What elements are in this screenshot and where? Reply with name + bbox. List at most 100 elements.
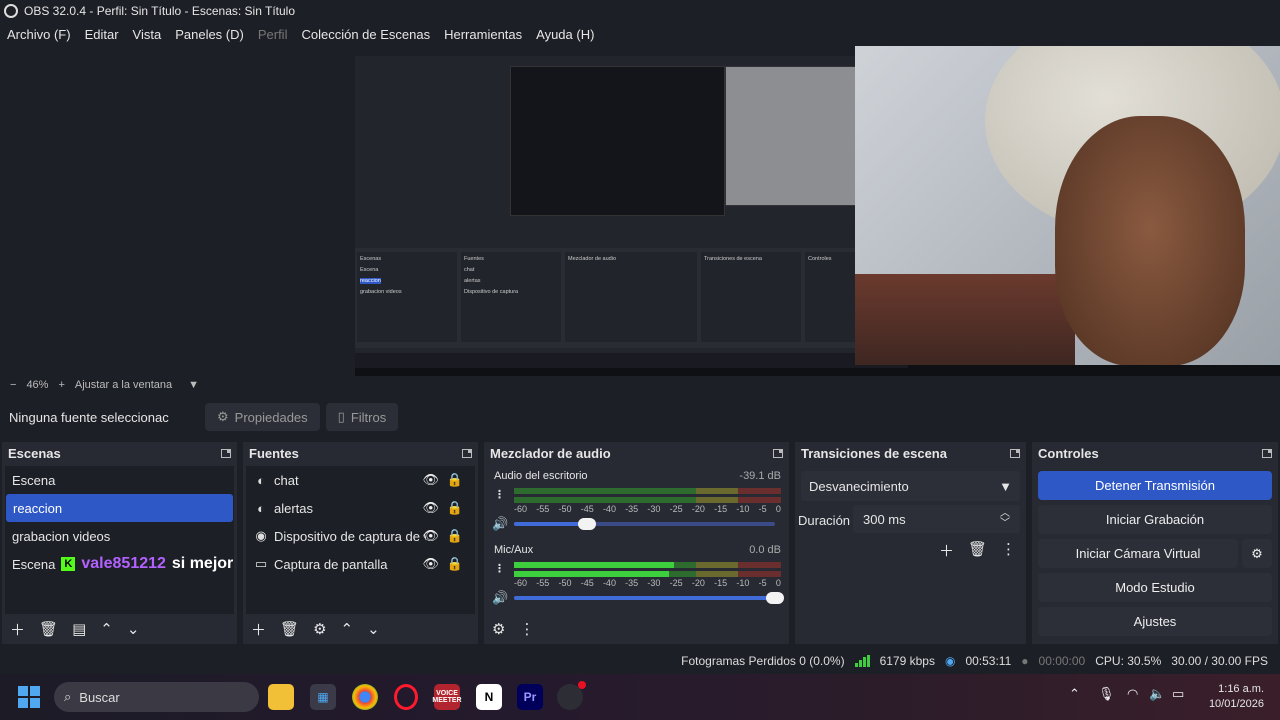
move-up-icon[interactable]: ⌃ bbox=[100, 620, 113, 638]
transition-menu-icon[interactable]: ⋮ bbox=[1001, 540, 1016, 561]
add-transition-icon[interactable]: ＋ bbox=[939, 540, 954, 561]
source-item[interactable]: ◐ chat 👁 🔒 bbox=[246, 466, 475, 494]
source-item[interactable]: ◐ alertas 👁 🔒 bbox=[246, 494, 475, 522]
tick-label: -55 bbox=[536, 504, 550, 514]
advanced-audio-icon[interactable]: ⚙ bbox=[492, 620, 505, 638]
filters-button[interactable]: ▯ Filtros bbox=[325, 403, 399, 431]
voicemeeter-icon[interactable]: VOICE MEETER bbox=[432, 684, 462, 710]
source-item[interactable]: ◉ Dispositivo de captura de v 👁 🔒 bbox=[246, 522, 475, 550]
visibility-eye-icon[interactable]: 👁 bbox=[422, 528, 439, 544]
wifi-icon[interactable]: ◠ bbox=[1127, 686, 1138, 702]
obs-icon[interactable] bbox=[557, 681, 586, 710]
zoom-out-button[interactable]: − bbox=[10, 379, 16, 391]
menu-bar: Archivo (F) Editar Vista Paneles (D) Per… bbox=[0, 22, 855, 46]
menu-archivo[interactable]: Archivo (F) bbox=[0, 27, 78, 42]
zoom-fit-label[interactable]: Ajustar a la ventana bbox=[75, 379, 172, 391]
scene-item[interactable]: Escena K vale851212 si mejor bbox=[5, 550, 234, 578]
settings-button[interactable]: Ajustes bbox=[1038, 607, 1272, 636]
menu-vista[interactable]: Vista bbox=[126, 27, 169, 42]
taskbar-clock[interactable]: 1:16 a.m. 10/01/2026 bbox=[1209, 682, 1264, 712]
taskbar-search[interactable]: ⌕ Buscar bbox=[54, 682, 259, 712]
audio-mixer-dock: Mezclador de audio Audio del escritorio … bbox=[484, 442, 789, 644]
tick-label: -5 bbox=[758, 578, 767, 588]
lock-icon[interactable]: 🔒 bbox=[447, 500, 463, 516]
volume-knob[interactable] bbox=[766, 592, 784, 604]
obs-logo-icon bbox=[4, 4, 18, 18]
menu-herramientas[interactable]: Herramientas bbox=[437, 27, 529, 42]
move-down-icon[interactable]: ⌄ bbox=[367, 620, 380, 638]
scene-filters-icon[interactable]: ▤ bbox=[72, 620, 86, 638]
menu-paneles[interactable]: Paneles (D) bbox=[168, 27, 251, 42]
nested-transitions-panel: Transiciones de escena bbox=[701, 252, 801, 342]
zoom-dropdown-icon[interactable]: ▼ bbox=[188, 379, 199, 391]
add-scene-icon[interactable]: ＋ bbox=[10, 619, 25, 640]
source-settings-icon[interactable]: ⚙ bbox=[313, 620, 326, 638]
opera-icon[interactable] bbox=[394, 684, 418, 710]
scene-item-selected[interactable]: reaccion bbox=[6, 494, 233, 522]
properties-button[interactable]: ⚙ Propiedades bbox=[205, 403, 320, 431]
volume-knob[interactable] bbox=[578, 518, 597, 530]
stop-stream-button[interactable]: Detener Transmisión bbox=[1038, 471, 1272, 500]
windows-start-icon[interactable] bbox=[18, 686, 40, 708]
transition-select[interactable]: Desvanecimiento ▼ bbox=[801, 471, 1020, 501]
scene-item[interactable]: grabacion videos bbox=[5, 522, 234, 550]
tray-chevron-up-icon[interactable]: ⌃ bbox=[1069, 686, 1080, 702]
tick-label: -15 bbox=[714, 578, 728, 588]
record-icon: ● bbox=[1021, 654, 1029, 668]
add-source-icon[interactable]: ＋ bbox=[251, 619, 266, 640]
preview-area[interactable]: Escenas Escena reaccion grabacion videos Fu… bbox=[0, 46, 1280, 376]
zoom-level: 46% bbox=[26, 379, 49, 391]
tick-label: -35 bbox=[625, 578, 639, 588]
duration-label: Duración bbox=[798, 513, 851, 528]
title-bar: OBS 32.0.4 - Perfil: Sin Título - Escena… bbox=[0, 0, 855, 22]
lock-icon[interactable]: 🔒 bbox=[447, 472, 463, 488]
lock-icon[interactable]: 🔒 bbox=[447, 528, 463, 544]
menu-ayuda[interactable]: Ayuda (H) bbox=[529, 27, 601, 42]
volume-slider[interactable] bbox=[514, 518, 775, 530]
notion-icon[interactable]: N bbox=[476, 684, 502, 710]
visibility-eye-icon[interactable]: 👁 bbox=[422, 472, 439, 488]
mixer-menu-icon[interactable]: ⋮ bbox=[519, 620, 534, 638]
duration-spinbox[interactable]: 300 ms ︿ ﹀ bbox=[853, 505, 1020, 533]
volume-slider[interactable] bbox=[514, 592, 784, 604]
delete-source-icon[interactable]: 🗑 bbox=[280, 620, 299, 638]
start-virtual-camera-button[interactable]: Iniciar Cámara Virtual bbox=[1038, 539, 1238, 568]
source-item[interactable]: ▭ Captura de pantalla 👁 🔒 bbox=[246, 550, 475, 578]
speaker-icon[interactable]: 🔊 bbox=[492, 516, 508, 532]
channel-menu-icon[interactable]: ⋮ bbox=[494, 562, 505, 575]
microphone-icon[interactable]: 🎙 bbox=[1098, 686, 1115, 702]
premiere-icon[interactable]: Pr bbox=[517, 684, 543, 710]
zoom-in-button[interactable]: + bbox=[58, 379, 64, 391]
move-up-icon[interactable]: ⌃ bbox=[341, 620, 354, 638]
undock-icon[interactable] bbox=[221, 448, 231, 458]
level-meter bbox=[514, 497, 781, 503]
clock-date: 10/01/2026 bbox=[1208, 698, 1264, 710]
delete-scene-icon[interactable]: 🗑 bbox=[39, 620, 58, 638]
volume-icon[interactable]: 🔈 bbox=[1149, 686, 1165, 702]
move-down-icon[interactable]: ⌄ bbox=[127, 620, 140, 638]
menu-coleccion-escenas[interactable]: Colección de Escenas bbox=[294, 27, 437, 42]
store-icon[interactable]: ▦ bbox=[310, 684, 336, 710]
menu-editar[interactable]: Editar bbox=[78, 27, 126, 42]
virtual-camera-settings-button[interactable]: ⚙ bbox=[1242, 539, 1272, 568]
scene-item[interactable]: Escena bbox=[5, 466, 234, 494]
file-explorer-icon[interactable] bbox=[268, 684, 294, 710]
webcam-background-shelf bbox=[855, 274, 1075, 365]
start-recording-button[interactable]: Iniciar Grabación bbox=[1038, 505, 1272, 534]
undock-icon[interactable] bbox=[1262, 448, 1272, 458]
channel-menu-icon[interactable]: ⋮ bbox=[494, 488, 505, 501]
undock-icon[interactable] bbox=[773, 448, 783, 458]
filters-label: Filtros bbox=[350, 409, 387, 425]
chrome-icon[interactable] bbox=[352, 684, 378, 710]
undock-icon[interactable] bbox=[1010, 448, 1020, 458]
speaker-icon[interactable]: 🔊 bbox=[492, 590, 508, 606]
spin-arrows-icon[interactable]: ︿ ﹀ bbox=[1000, 509, 1010, 529]
battery-icon[interactable]: ▭ bbox=[1172, 686, 1184, 702]
lock-icon[interactable]: 🔒 bbox=[447, 556, 463, 572]
undock-icon[interactable] bbox=[462, 448, 472, 458]
tick-label: -5 bbox=[758, 504, 767, 514]
visibility-eye-icon[interactable]: 👁 bbox=[422, 556, 439, 572]
visibility-eye-icon[interactable]: 👁 bbox=[422, 500, 439, 516]
studio-mode-button[interactable]: Modo Estudio bbox=[1038, 573, 1272, 602]
delete-transition-icon[interactable]: 🗑 bbox=[968, 540, 987, 561]
